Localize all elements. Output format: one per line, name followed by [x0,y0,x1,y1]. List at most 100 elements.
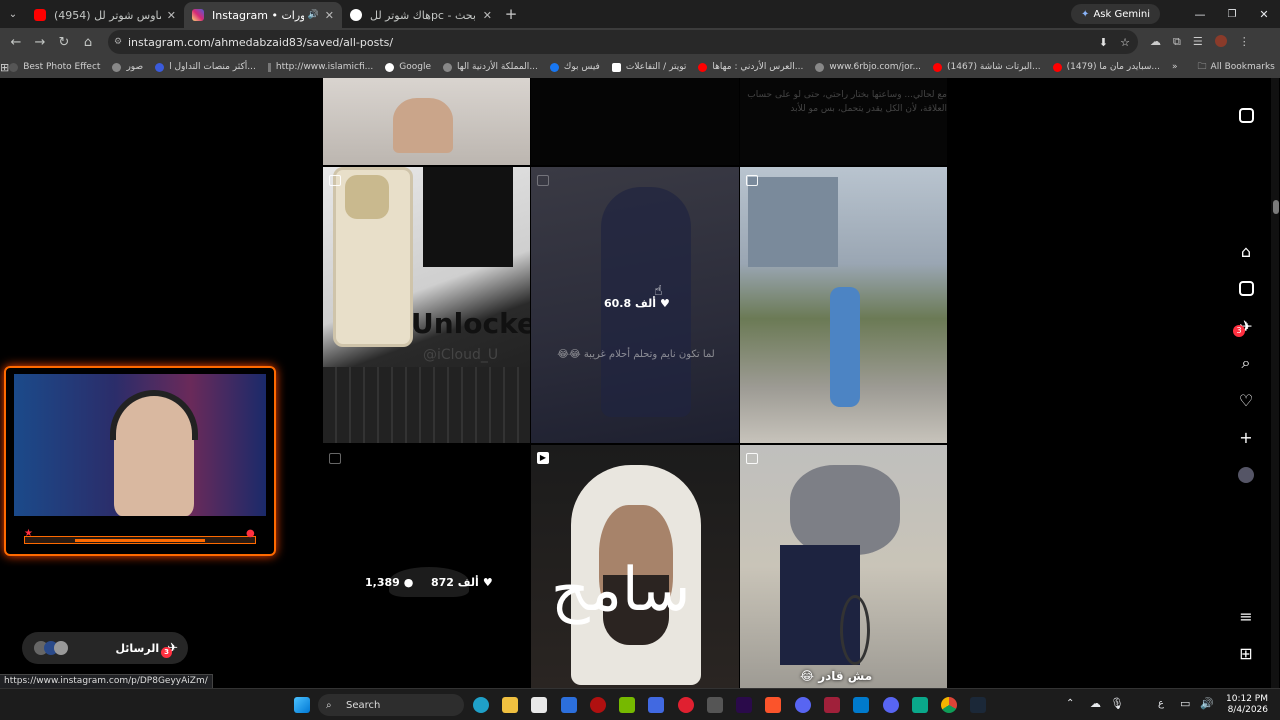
scrollbar-thumb[interactable] [1273,200,1279,214]
site-info-icon[interactable]: ⚙ [114,37,122,47]
wifi-icon[interactable]: ☁ [1090,697,1101,710]
gemini-icon: ✦ [1081,8,1090,20]
minimize-button[interactable]: — [1184,8,1216,21]
search-icon[interactable]: ⌕ [1237,353,1255,372]
tab-youtube[interactable]: (4954) هاك ماوس شوتر للTube ✕ [26,2,184,28]
edge-icon[interactable] [473,697,489,713]
bookmark-item[interactable]: فيس بوك [549,62,600,72]
all-bookmarks-button[interactable]: 🗀 All Bookmarks [1198,59,1275,75]
ask-gemini-button[interactable]: ✦ Ask Gemini [1071,4,1160,24]
back-button[interactable]: ← [4,35,28,50]
discord-icon[interactable] [795,697,811,713]
plus-icon[interactable]: + [1237,428,1255,447]
bookmark-item[interactable]: http://www.islamicfi... [267,62,373,72]
post-tile[interactable] [323,78,530,165]
heart-icon[interactable]: ♡ [1237,391,1255,410]
app-icon[interactable] [648,697,664,713]
file-explorer-icon[interactable] [502,697,518,713]
messages-pill[interactable]: الرسائل ✈ 3 [22,632,188,664]
steam-icon[interactable] [970,697,986,713]
apps-grid-icon[interactable]: ⊞ [0,61,9,74]
bookmark-item[interactable]: العرس الأردني : مهاها... [698,62,803,72]
discord-icon[interactable] [883,697,899,713]
bookmark-item[interactable]: www.6rbjo.com/jor... [815,62,921,72]
bookmark-star-icon[interactable]: ☆ [1120,36,1130,49]
windows-start-icon[interactable] [294,697,310,713]
more-menu-icon[interactable]: ⋮ [1239,35,1250,49]
apps-icon[interactable]: ⊞ [1237,644,1255,663]
app-icon[interactable] [707,697,723,713]
chrome-icon[interactable] [941,697,957,713]
store-icon[interactable] [531,697,547,713]
forward-button[interactable]: → [28,35,52,50]
bookmark-item[interactable]: صور [112,62,143,72]
post-tile[interactable]: 872 ألف ♥ 1,389 ● [323,445,530,688]
winrar-icon[interactable] [824,697,840,713]
mic-icon[interactable]: 🎙 [1110,697,1124,710]
reload-button[interactable]: ↻ [52,35,76,50]
post-tile[interactable] [740,167,947,443]
tab-search-icon[interactable]: ⌄ [0,9,26,20]
vscode-icon[interactable] [853,697,869,713]
post-tile[interactable]: Unlocker @iCloud_U [323,167,530,443]
new-tab-button[interactable]: + [500,5,522,23]
network-icon[interactable]: ▭ [1180,697,1190,710]
bookmark-item[interactable]: (1467) البرتات شاشة... [933,62,1041,72]
post-tile[interactable]: سامح ▶ [531,445,739,688]
scrollbar[interactable] [1271,78,1279,688]
brave-icon[interactable] [765,697,781,713]
reels-icon[interactable] [1237,279,1255,297]
post-tile[interactable]: مع لحالي... وساعتها بختار راحتي، حتى لو … [740,78,947,165]
app-icon[interactable] [590,697,606,713]
taskbar-search[interactable]: ⌕ Search [318,694,464,716]
webcam-overlay: ★ ● [4,366,276,556]
play-icon: ▶ [537,452,549,464]
address-bar[interactable]: ⚙ instagram.com/ahmedabzaid83/saved/all-… [108,30,1138,54]
premiere-icon[interactable] [736,697,752,713]
obs-icon[interactable] [678,697,694,713]
bookmark-item[interactable]: Google [385,62,431,72]
post-tile[interactable] [531,78,739,165]
nvidia-icon[interactable] [619,697,635,713]
close-icon[interactable]: ✕ [167,9,176,22]
system-clock[interactable]: 10:12 PM 8/4/2026 [1226,694,1268,716]
search-icon: ⌕ [326,699,332,711]
home-button[interactable]: ⌂ [76,35,100,50]
post-tile[interactable]: مش قادر 😂 [740,445,947,688]
bookmark-item[interactable]: (1479) سبايدر مان ما... [1052,62,1160,72]
post-tile[interactable]: 60.8 ألف ♥ لما تكون نايم وتحلم أحلام غري… [531,167,739,443]
bookmark-item[interactable]: Best Photo Effect [9,62,100,72]
more-bookmarks-icon[interactable]: » [1172,62,1178,72]
app-icon[interactable] [561,697,577,713]
billboard-image [748,177,838,267]
person-image [790,465,900,555]
tray-arrow-icon[interactable]: ⌃ [1066,698,1074,709]
messages-icon[interactable]: ✈ 3 [1233,317,1255,337]
profile-avatar[interactable] [1237,466,1255,484]
messages-badge: 3 [161,646,173,658]
reading-list-icon[interactable]: ☰ [1193,35,1203,49]
tab-google[interactable]: هاك شوتر للpc - بحث Google ✕ [342,2,500,28]
extensions-icon[interactable]: ⧉ [1173,35,1181,49]
extension-icon[interactable]: ☁ [1150,35,1161,49]
restore-button[interactable]: ❐ [1216,9,1248,20]
close-icon[interactable]: ✕ [325,9,334,22]
bike-image [840,595,870,665]
reel-icon [329,175,341,186]
install-icon[interactable]: ⬇ [1099,36,1108,49]
home-icon[interactable]: ⌂ [1237,242,1255,261]
speaker-icon[interactable]: 🔊 [308,10,319,20]
profile-avatar[interactable] [1214,35,1227,47]
bookmark-item[interactable]: المملكة الأردنية الها... [443,62,538,72]
language-indicator[interactable]: ع [1158,698,1164,709]
menu-icon[interactable]: ≡ [1237,607,1255,626]
close-window-button[interactable]: ✕ [1248,8,1280,21]
app-icon[interactable] [912,697,928,713]
close-icon[interactable]: ✕ [483,9,492,22]
bookmark-item[interactable]: تويتر / التفاعلات [611,62,686,72]
bookmark-item[interactable]: أكثر منصات التداول ا... [155,62,256,72]
instagram-icon[interactable] [1237,106,1255,124]
tab-instagram[interactable]: Instagram • كل المنشورات 🔊 ✕ [184,2,342,28]
volume-icon[interactable]: 🔊 [1200,697,1214,710]
person-image [830,287,860,407]
